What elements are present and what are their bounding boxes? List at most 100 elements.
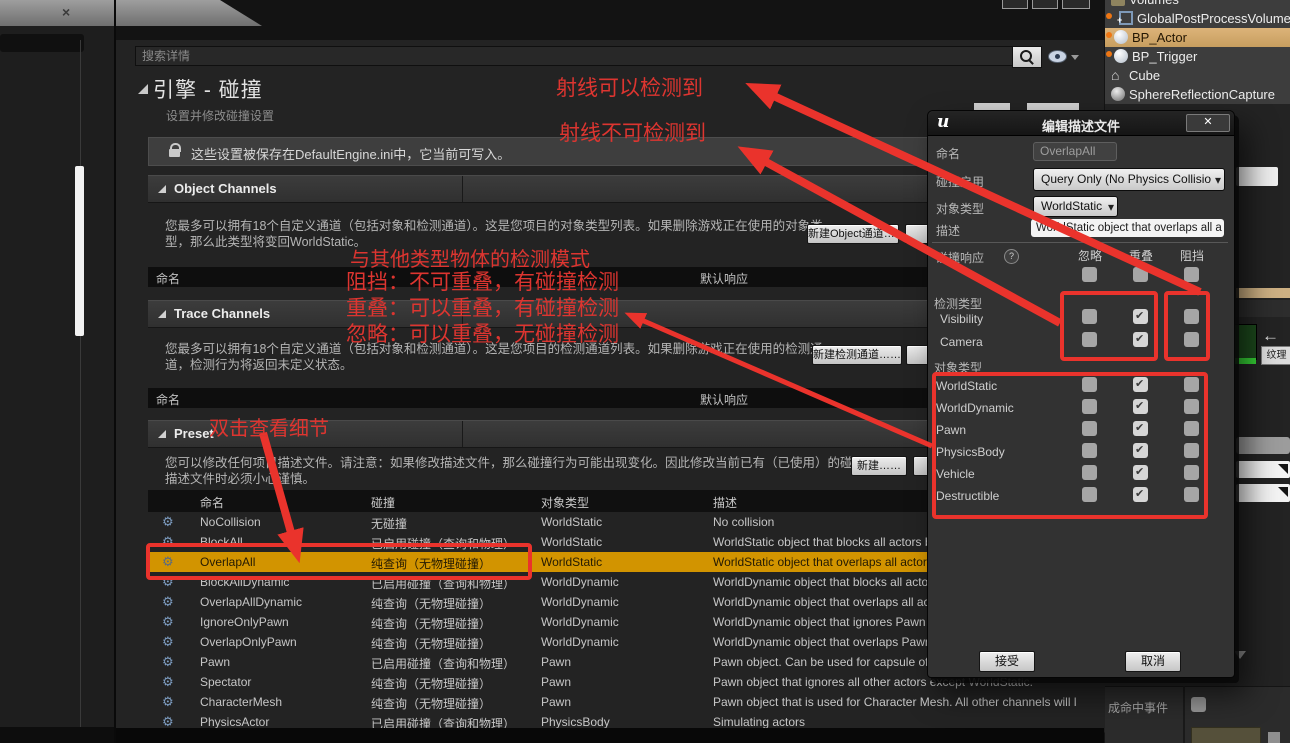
- response-checkbox[interactable]: [1184, 421, 1199, 436]
- texture-chip[interactable]: 纹理: [1261, 346, 1290, 365]
- detail-input-field[interactable]: [1236, 167, 1278, 186]
- new-object-channel-button[interactable]: 新建Object通道……: [807, 224, 899, 244]
- response-checkbox[interactable]: [1082, 377, 1097, 392]
- column-splitter[interactable]: [462, 421, 463, 447]
- edit-profile-dialog: 编辑描述文件 ✕ 命名 OverlapAll 碰撞启用 Query Only (…: [927, 110, 1235, 678]
- gear-icon: [162, 654, 174, 670]
- response-checkbox[interactable]: [1082, 267, 1097, 282]
- material-preview[interactable]: [1233, 325, 1256, 359]
- lock-body: [169, 149, 180, 157]
- response-checkbox[interactable]: [1082, 332, 1097, 347]
- unlock-icon: [167, 143, 182, 159]
- outliner-item[interactable]: Cube: [1105, 66, 1290, 85]
- minimize-button[interactable]: [1002, 0, 1028, 9]
- response-checkbox[interactable]: [1082, 487, 1097, 502]
- outliner-item[interactable]: BP_Actor: [1105, 28, 1290, 47]
- outliner-item[interactable]: Volumes: [1105, 0, 1290, 9]
- response-checkbox[interactable]: [1184, 309, 1199, 324]
- new-preset-button[interactable]: 新建……: [851, 456, 907, 476]
- cell: Pawn object that is used for Character M…: [713, 695, 1103, 709]
- gear-icon: [162, 554, 174, 570]
- new-trace-channel-button[interactable]: 新建检测通道……: [812, 345, 902, 365]
- preset-table-row[interactable]: CharacterMesh纯查询（无物理碰撞）PawnPawn object t…: [148, 692, 1105, 713]
- response-checkbox[interactable]: [1133, 332, 1148, 347]
- object-row-label: PhysicsBody: [936, 445, 1005, 459]
- sphere-icon: [1111, 87, 1125, 101]
- response-checkbox[interactable]: [1184, 487, 1199, 502]
- section-collapse-icon[interactable]: [158, 185, 166, 193]
- response-checkbox[interactable]: [1184, 267, 1199, 282]
- cancel-button[interactable]: 取消: [1125, 651, 1181, 672]
- response-checkbox[interactable]: [1133, 377, 1148, 392]
- search-icon[interactable]: [1012, 46, 1042, 68]
- eye-pupil: [1055, 54, 1060, 59]
- response-checkbox[interactable]: [1184, 332, 1199, 347]
- visibility-eye-icon[interactable]: [1048, 50, 1067, 63]
- response-checkbox[interactable]: [1133, 309, 1148, 324]
- response-checkbox[interactable]: [1133, 443, 1148, 458]
- column-splitter[interactable]: [462, 301, 463, 327]
- volume-icon: [1119, 11, 1133, 25]
- outliner-item[interactable]: GlobalPostProcessVolume: [1105, 9, 1290, 28]
- detail-button[interactable]: [1236, 437, 1290, 454]
- small-button[interactable]: [1268, 732, 1280, 743]
- object-row-label: Pawn: [936, 423, 966, 437]
- response-checkbox[interactable]: [1184, 399, 1199, 414]
- object-row-label: Vehicle: [936, 467, 975, 481]
- detail-field[interactable]: [1236, 461, 1290, 478]
- hit-event-checkbox[interactable]: [1191, 697, 1206, 712]
- col-header: 命名: [200, 494, 365, 511]
- thumbnail-box[interactable]: [1191, 727, 1261, 743]
- modified-dot-icon: [1106, 32, 1112, 38]
- response-checkbox[interactable]: [1184, 443, 1199, 458]
- cell: WorldStatic: [541, 515, 709, 529]
- outliner-item[interactable]: SphereReflectionCapture: [1105, 85, 1290, 104]
- section-collapse-icon[interactable]: [158, 310, 166, 318]
- cell: OverlapAllDynamic: [200, 595, 365, 609]
- response-checkbox[interactable]: [1082, 421, 1097, 436]
- accept-button[interactable]: 接受: [979, 651, 1035, 672]
- outliner-item[interactable]: BP_Trigger: [1105, 47, 1290, 66]
- response-checkbox[interactable]: [1082, 399, 1097, 414]
- cell: 已启用碰撞（查询和物理）: [371, 575, 536, 592]
- search-input[interactable]: 搜索详情: [135, 46, 1018, 66]
- gear-icon: [162, 694, 174, 710]
- response-checkbox[interactable]: [1133, 487, 1148, 502]
- response-checkbox[interactable]: [1133, 399, 1148, 414]
- partial-button[interactable]: [906, 345, 929, 365]
- partial-button[interactable]: [905, 224, 929, 244]
- response-checkbox[interactable]: [1082, 443, 1097, 458]
- outliner-item-label: BP_Trigger: [1132, 49, 1197, 64]
- chevron-down-icon[interactable]: [1071, 55, 1079, 60]
- gear-icon: [162, 614, 174, 630]
- modified-dot-icon: [1106, 13, 1112, 19]
- maximize-button[interactable]: [1032, 0, 1058, 9]
- response-checkbox[interactable]: [1184, 465, 1199, 480]
- section-collapse-icon[interactable]: [158, 430, 166, 438]
- back-arrow-icon[interactable]: [1262, 326, 1279, 346]
- cell: NoCollision: [200, 515, 365, 529]
- floating-window-tab[interactable]: [0, 0, 262, 26]
- expander-triangle-icon[interactable]: [1234, 651, 1246, 659]
- outliner-item-label: Cube: [1129, 68, 1160, 83]
- modified-dot-icon: [1106, 51, 1112, 57]
- column-splitter[interactable]: [462, 176, 463, 202]
- response-checkbox[interactable]: [1133, 465, 1148, 480]
- response-checkbox[interactable]: [1133, 421, 1148, 436]
- cell: 已启用碰撞（查询和物理）: [371, 535, 536, 552]
- response-checkbox[interactable]: [1082, 309, 1097, 324]
- close-window-button[interactable]: [1062, 0, 1090, 9]
- trace-row-label: Visibility: [940, 312, 983, 326]
- cell: IgnoreOnlyPawn: [200, 615, 365, 629]
- scrollbar-thumb[interactable]: [75, 166, 84, 336]
- tab-close-icon[interactable]: ×: [62, 4, 70, 20]
- cell: WorldDynamic: [541, 575, 709, 589]
- response-checkbox[interactable]: [1082, 465, 1097, 480]
- response-checkbox[interactable]: [1133, 267, 1148, 282]
- response-checkbox[interactable]: [1184, 377, 1199, 392]
- page-subtitle: 设置并修改碰撞设置: [166, 107, 274, 124]
- detail-field[interactable]: [1236, 484, 1290, 502]
- collapse-triangle-icon[interactable]: [138, 84, 148, 94]
- mesh-icon: [1111, 68, 1125, 82]
- scrollbar-track: [80, 40, 81, 743]
